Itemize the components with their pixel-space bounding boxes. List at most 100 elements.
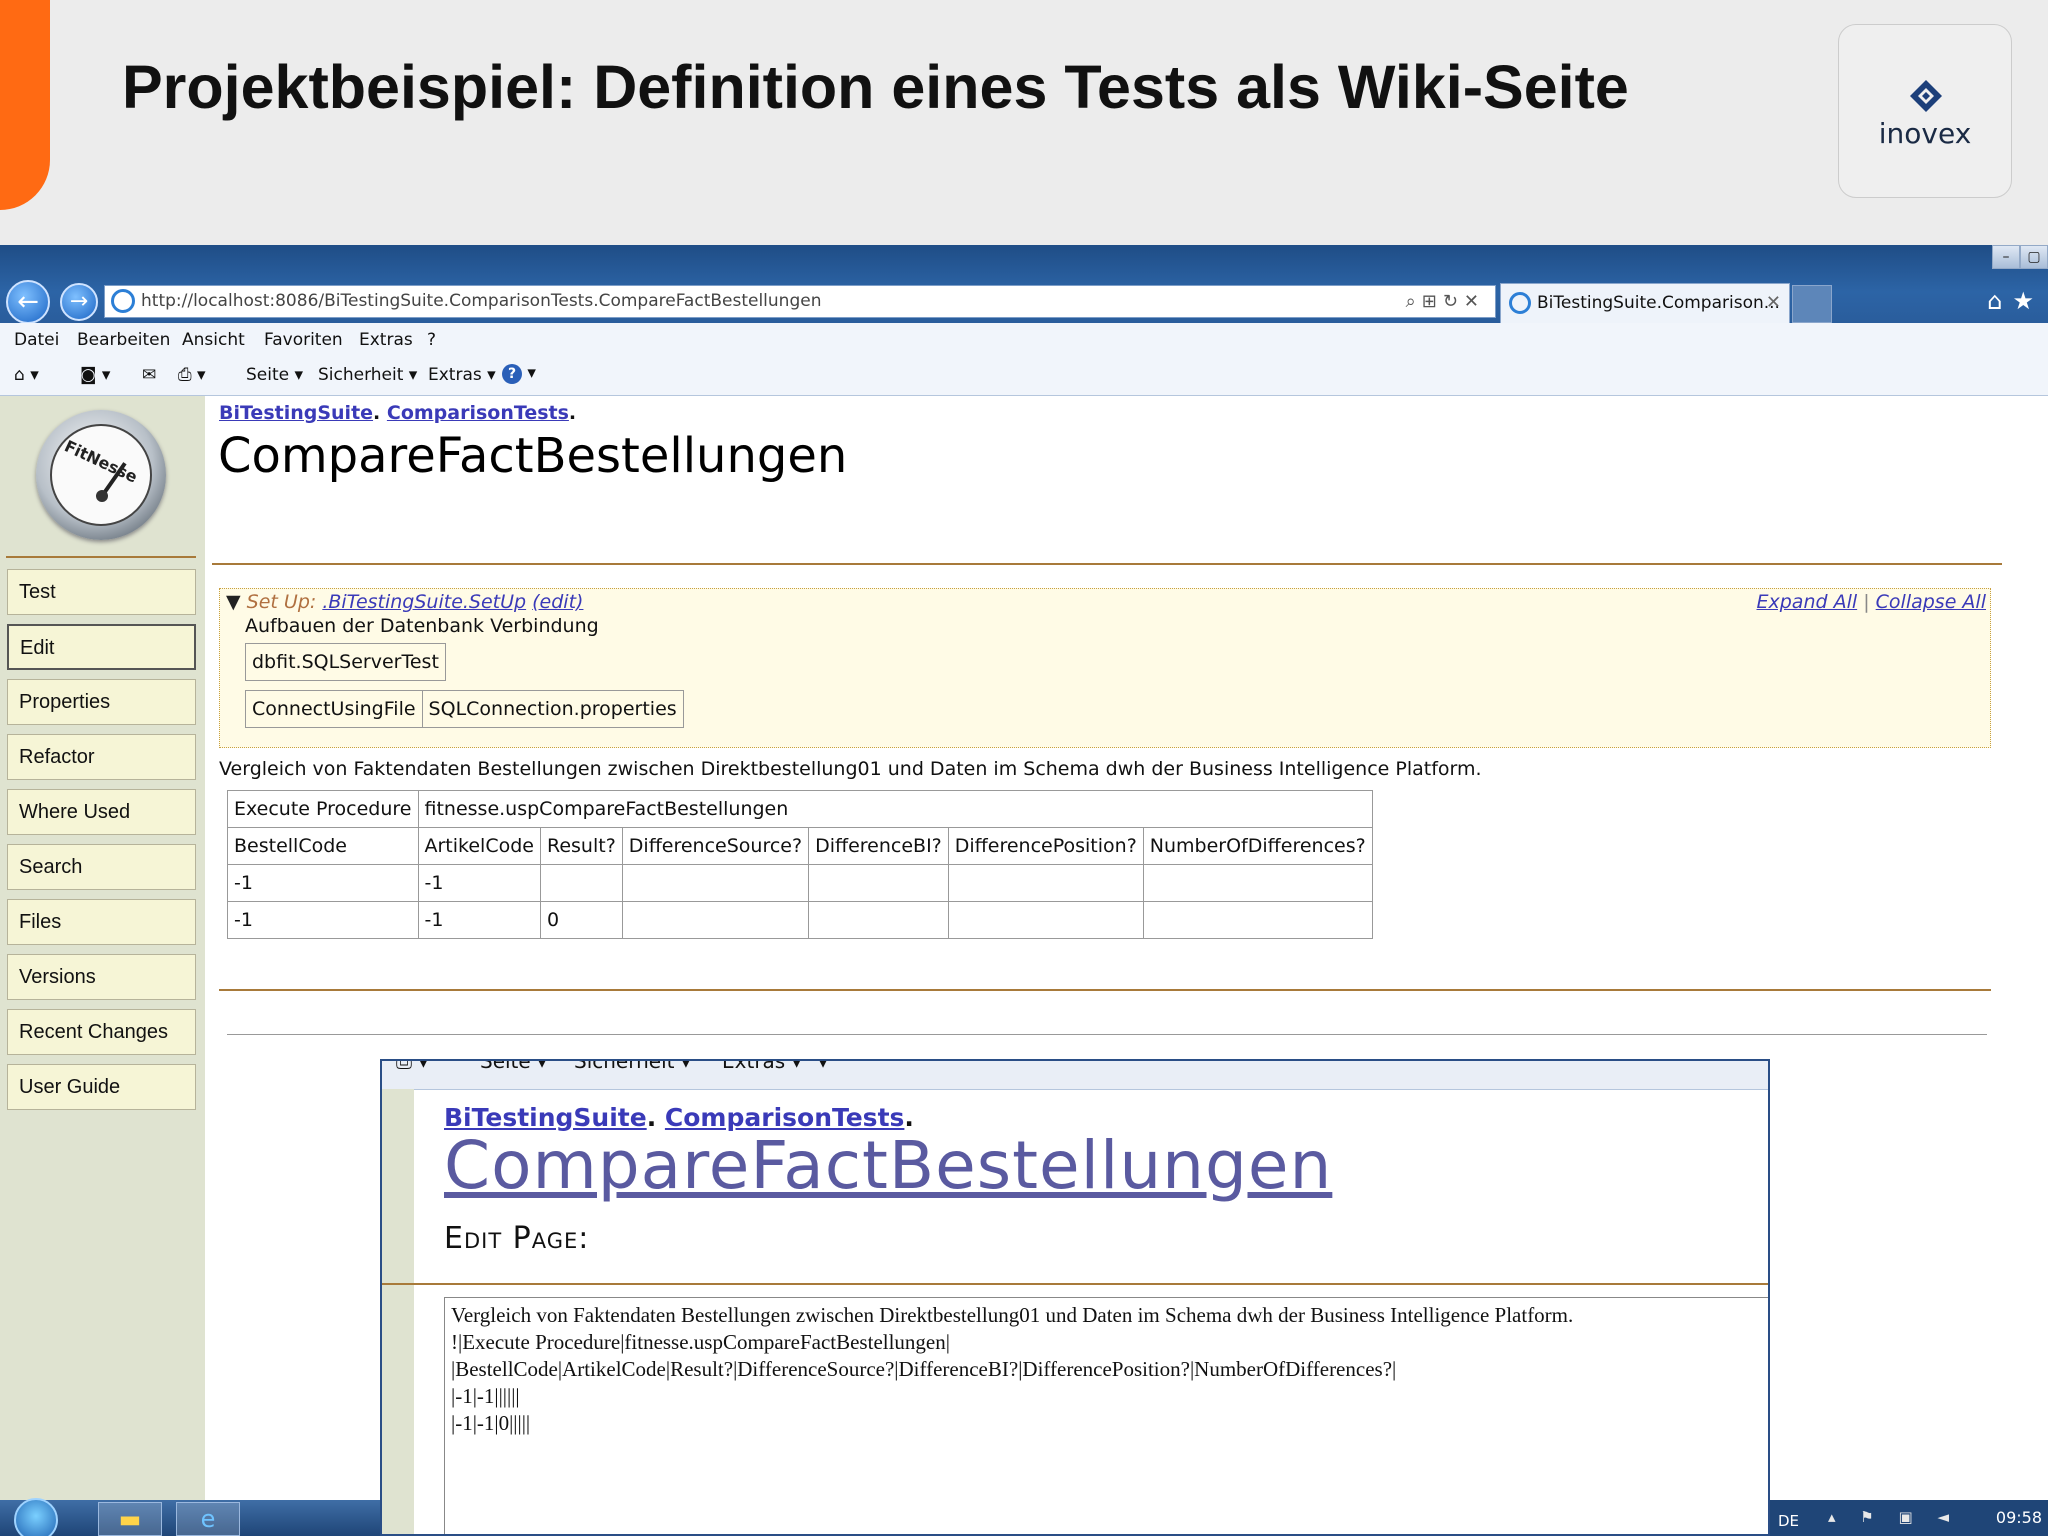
table-cell: -1	[417, 901, 541, 939]
home-command-icon[interactable]: ⌂ ▾	[14, 365, 39, 385]
print-icon[interactable]: ⎙ ▾	[178, 365, 206, 385]
command-bar: ⌂ ▾ ◙ ▾ ✉ ⎙ ▾ Seite ▾ Sicherheit ▾ Extra…	[0, 355, 2048, 396]
page-menu[interactable]: Seite ▾	[246, 365, 303, 385]
tab-title: BiTestingSuite.Comparison...	[1537, 293, 1780, 313]
menu-extras[interactable]: Extras	[359, 330, 413, 350]
explorer-taskbar-icon[interactable]: ▬	[98, 1502, 162, 1536]
system-tray: DE ▴ ⚑ ▣ ◄ 09:58	[1768, 1500, 2048, 1536]
new-tab-button[interactable]	[1792, 285, 1832, 323]
refresh-icon[interactable]: ↻	[1443, 291, 1464, 312]
tray-icons[interactable]: ▴ ⚑ ▣ ◄	[1828, 1508, 1959, 1526]
setup-table-connection: ConnectUsingFile SQLConnection.propertie…	[245, 690, 684, 728]
start-button[interactable]	[14, 1498, 58, 1536]
table-cell: 0	[539, 901, 623, 939]
minimize-button[interactable]: –	[1992, 245, 2020, 269]
menu-help[interactable]: ?	[427, 330, 436, 350]
fitnesse-logo-text: FitNesse	[61, 436, 141, 487]
table-row: ConnectUsingFile SQLConnection.propertie…	[245, 690, 684, 728]
overlay-print-icon[interactable]: ⎙ ▾	[396, 1061, 428, 1073]
sidebar-item-where-used[interactable]: Where Used	[7, 789, 196, 835]
expand-collapse-links: Expand All | Collapse All	[1757, 591, 1987, 613]
sidebar-item-properties[interactable]: Properties	[7, 679, 196, 725]
setup-edit-link[interactable]: (edit)	[532, 591, 583, 613]
table-cell: Execute Procedure	[227, 790, 419, 828]
table-cell: -1	[227, 864, 419, 902]
overlay-page-menu[interactable]: Seite ▾	[480, 1061, 547, 1073]
setup-label: Set Up:	[246, 591, 317, 613]
table-header: BestellCode	[227, 827, 419, 865]
collapse-triangle-icon[interactable]: ▼	[226, 591, 241, 613]
browser-tab[interactable]: BiTestingSuite.Comparison... ✕	[1500, 283, 1790, 323]
table-header: Result?	[539, 827, 623, 865]
page-title: CompareFactBestellungen	[218, 428, 848, 484]
table-cell: dbfit.SQLServerTest	[245, 643, 446, 681]
table-row: -1 -1	[227, 864, 1373, 902]
sidebar-item-edit[interactable]: Edit	[7, 624, 196, 670]
home-icon[interactable]: ⌂	[1987, 287, 2012, 315]
inovex-logo-text: inovex	[1878, 117, 1972, 150]
stop-icon[interactable]: ✕	[1464, 291, 1485, 312]
maximize-button[interactable]: ▢	[2020, 245, 2048, 269]
setup-section: ▼ Set Up: .BiTestingSuite.SetUp (edit) E…	[219, 588, 1991, 748]
extras-command-menu[interactable]: Extras ▾	[428, 365, 496, 385]
ie-taskbar-icon[interactable]: e	[176, 1502, 240, 1536]
mail-icon[interactable]: ✉	[142, 365, 156, 385]
ie-page-icon	[111, 289, 135, 313]
sidebar-item-files[interactable]: Files	[7, 899, 196, 945]
breadcrumb-link-root[interactable]: BiTestingSuite	[219, 402, 373, 424]
expand-collapse-divider: |	[1863, 591, 1870, 613]
table-cell: fitnesse.uspCompareFactBestellungen	[417, 790, 1373, 828]
gauge-face: FitNesse	[50, 424, 152, 526]
setup-link[interactable]: .BiTestingSuite.SetUp	[322, 591, 526, 613]
sidebar-item-test[interactable]: Test	[7, 569, 196, 615]
table-cell	[539, 864, 623, 902]
forward-button[interactable]: →	[60, 283, 98, 321]
table-cell	[621, 901, 810, 939]
security-menu[interactable]: Sicherheit ▾	[318, 365, 417, 385]
breadcrumb-separator: .	[373, 402, 381, 424]
language-indicator[interactable]: DE	[1778, 1512, 1799, 1530]
table-row: Execute Procedure fitnesse.uspCompareFac…	[227, 790, 1373, 828]
close-tab-icon[interactable]: ✕	[1766, 284, 1781, 322]
table-header: ArtikelCode	[417, 827, 541, 865]
fitnesse-sidebar: FitNesse Test Edit Properties Refactor W…	[0, 396, 205, 1536]
content-divider	[219, 989, 1991, 991]
search-icon[interactable]: ⌕	[1406, 291, 1422, 312]
breadcrumb-link-child[interactable]: ComparisonTests	[387, 402, 569, 424]
setup-header: ▼ Set Up: .BiTestingSuite.SetUp (edit)	[226, 591, 583, 613]
gauge-hub	[96, 490, 108, 502]
overlay-command-bar: ⎙ ▾ Seite ▾ Sicherheit ▾ Extras ▾ ? ▾	[382, 1061, 1768, 1090]
url-text: http://localhost:8086/BiTestingSuite.Com…	[141, 291, 822, 311]
table-cell: ConnectUsingFile	[245, 690, 423, 728]
back-button[interactable]: ←	[6, 280, 50, 324]
menu-ansicht[interactable]: Ansicht	[182, 330, 245, 350]
breadcrumb: BiTestingSuite. ComparisonTests.	[219, 402, 576, 424]
sidebar-item-refactor[interactable]: Refactor	[7, 734, 196, 780]
help-icon[interactable]: ? ▾	[502, 363, 536, 384]
edit-page-overlay: ⎙ ▾ Seite ▾ Sicherheit ▾ Extras ▾ ? ▾ Bi…	[380, 1059, 1770, 1536]
overlay-security-menu[interactable]: Sicherheit ▾	[574, 1061, 691, 1073]
feeds-icon[interactable]: ◙ ▾	[80, 365, 110, 385]
browser-titlebar: – ▢ ← → http://localhost:8086/BiTestingS…	[0, 245, 2048, 324]
favorites-star-icon[interactable]: ★	[2012, 287, 2044, 315]
table-cell	[621, 864, 810, 902]
overlay-extras-menu[interactable]: Extras ▾	[722, 1061, 802, 1073]
menu-datei[interactable]: Datei	[14, 330, 59, 350]
overlay-page-title-link[interactable]: CompareFactBestellungen	[444, 1127, 1332, 1204]
sidebar-item-user-guide[interactable]: User Guide	[7, 1064, 196, 1110]
fitnesse-logo[interactable]: FitNesse	[36, 410, 166, 540]
clock[interactable]: 09:58	[1996, 1508, 2042, 1527]
wiki-source-textarea[interactable]: Vergleich von Faktendaten Bestellungen z…	[444, 1297, 1768, 1534]
collapse-all-link[interactable]: Collapse All	[1876, 591, 1986, 613]
sidebar-item-versions[interactable]: Versions	[7, 954, 196, 1000]
expand-all-link[interactable]: Expand All	[1757, 591, 1858, 613]
sidebar-item-recent-changes[interactable]: Recent Changes	[7, 1009, 196, 1055]
compat-view-icon[interactable]: ⊞	[1422, 291, 1443, 312]
overlay-help-icon[interactable]: ? ▾	[818, 1061, 828, 1073]
menu-bearbeiten[interactable]: Bearbeiten	[77, 330, 170, 350]
table-cell: SQLConnection.properties	[421, 690, 684, 728]
table-cell: -1	[417, 864, 541, 902]
address-bar[interactable]: http://localhost:8086/BiTestingSuite.Com…	[104, 285, 1496, 318]
menu-favoriten[interactable]: Favoriten	[264, 330, 343, 350]
sidebar-item-search[interactable]: Search	[7, 844, 196, 890]
